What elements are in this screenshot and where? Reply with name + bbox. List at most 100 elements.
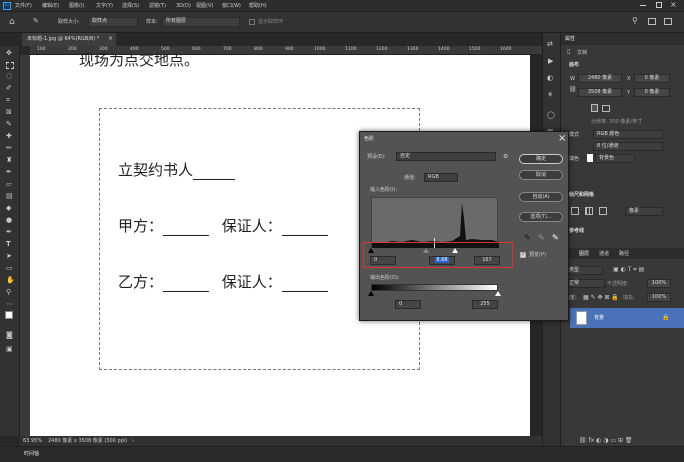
pen-tool-icon[interactable]: ✒ [6, 229, 12, 236]
landscape-icon[interactable] [602, 105, 610, 112]
menu-item-filter[interactable]: 滤镜(T) [149, 4, 166, 9]
gradient-tool-icon[interactable]: ▤ [6, 193, 13, 200]
quick-select-tool-icon[interactable]: ✐ [6, 85, 12, 92]
x-field[interactable]: 0 像素 [634, 74, 670, 83]
bit-depth-select[interactable]: 8 位/通道 [593, 142, 663, 151]
document-tab[interactable]: 未标题-1.jpg @ 64%(RGB/8) * × [22, 33, 116, 46]
timeline-tab[interactable]: 时间轴 [24, 452, 39, 457]
channel-select[interactable]: RGB [424, 173, 458, 182]
fill-field[interactable]: 100% [647, 293, 671, 302]
eraser-tool-icon[interactable]: ▱ [6, 181, 11, 188]
output-black-field[interactable]: 0 [395, 300, 421, 309]
home-icon[interactable]: ⌂ [9, 18, 15, 27]
layers-bottom-icons[interactable]: ⛓ fx ◐ ◑ ▭ ⊞ 🗑 [579, 438, 633, 444]
status-menu-icon[interactable]: › [132, 439, 134, 444]
filter-pixel-icon[interactable]: ▣ ◐ T ⌗ ▤ [613, 267, 644, 273]
options-button[interactable]: 选项(T)... [519, 212, 563, 222]
lock-options-icon[interactable]: ▦ ✎ ✥ ⊠ 🔒 [583, 295, 619, 301]
preset-select[interactable]: 自定 [396, 152, 496, 161]
mode-select[interactable]: RGB 颜色 [593, 130, 663, 139]
move-tool-icon[interactable]: ✥ [6, 50, 12, 57]
tab-channels[interactable]: 通道 [599, 252, 609, 257]
close-icon[interactable]: × [670, 0, 677, 9]
clone-stamp-icon[interactable]: ♜ [6, 157, 12, 164]
zoom-tool-icon[interactable]: ⚲ [6, 289, 11, 296]
auto-button[interactable]: 自动(A) [519, 192, 563, 202]
gray-eyedropper-icon[interactable]: ✎ [538, 234, 545, 242]
search-icon[interactable]: ⚲ [632, 17, 638, 25]
share-icon[interactable] [664, 18, 672, 25]
layer-row-background[interactable]: ◉ 背景 🔒 [562, 308, 684, 328]
fill-select[interactable]: 背景色 [595, 154, 635, 163]
tab-layers[interactable]: 图层 [579, 252, 589, 257]
layer-name[interactable]: 背景 [594, 316, 604, 321]
ruler-toggle-icon[interactable] [571, 207, 579, 215]
more-tools-icon[interactable]: ⋯ [6, 301, 13, 308]
text-tool-icon[interactable]: T [6, 241, 11, 248]
portrait-icon[interactable] [591, 104, 598, 112]
blend-mode-select[interactable]: 正常 [565, 279, 605, 288]
menu-item-file[interactable]: 文件(F) [15, 4, 32, 9]
menu-item-3d[interactable]: 3D(D) [176, 4, 191, 9]
minimize-icon[interactable] [640, 5, 646, 6]
opacity-field[interactable]: 100% [647, 279, 671, 288]
eyedropper-tool-icon[interactable]: ✎ [33, 18, 39, 25]
ok-button[interactable]: 确定 [519, 154, 563, 164]
healing-brush-icon[interactable]: ✚ [6, 133, 12, 140]
document-tab-close-icon[interactable]: × [108, 36, 113, 42]
output-white-slider[interactable] [495, 291, 501, 296]
grid-toggle-icon[interactable] [585, 207, 593, 215]
black-eyedropper-icon[interactable]: ✎ [524, 234, 531, 242]
history-panel-icon[interactable]: ⇄ [547, 41, 553, 48]
menu-item-view[interactable]: 视图(V) [196, 4, 213, 9]
dodge-tool-icon[interactable]: ● [6, 217, 12, 224]
properties-tab[interactable]: 属性 [565, 37, 575, 42]
layer-kind-filter[interactable]: 类型 [565, 266, 603, 275]
crop-tool-icon[interactable]: ⌗ [6, 97, 10, 104]
guide-toggle-icon[interactable] [599, 207, 607, 215]
layer-lock-icon[interactable]: 🔒 [662, 315, 669, 321]
input-black-field[interactable]: 0 [370, 256, 396, 265]
input-white-field[interactable]: 167 [474, 256, 500, 265]
output-black-slider[interactable] [368, 291, 374, 296]
width-field[interactable]: 2480 像素 [578, 74, 622, 83]
preset-options-icon[interactable]: ⚙ [503, 154, 508, 160]
screen-mode-icon[interactable]: ▣ [6, 346, 13, 353]
styles-panel-icon[interactable]: ◯ [547, 112, 555, 119]
show-ring-checkbox[interactable] [249, 19, 255, 25]
path-select-icon[interactable]: ➤ [6, 253, 12, 260]
quick-mask-icon[interactable]: ◙ [6, 332, 13, 339]
menu-item-help[interactable]: 帮助(H) [249, 4, 267, 9]
preview-checkbox[interactable]: ✓ [520, 252, 526, 258]
adjustments-panel-icon[interactable]: ◐ [547, 75, 553, 82]
menu-item-window[interactable]: 窗口(W) [222, 4, 241, 9]
output-white-field[interactable]: 255 [472, 300, 498, 309]
ruler-unit-select[interactable]: 像素 [625, 207, 663, 216]
shape-tool-icon[interactable]: ▭ [6, 265, 13, 272]
workspace-icon[interactable] [648, 18, 656, 25]
brush-tool-icon[interactable]: ✏ [6, 145, 12, 152]
height-field[interactable]: 3508 像素 [578, 88, 622, 97]
y-field[interactable]: 0 像素 [634, 88, 670, 97]
frame-tool-icon[interactable]: ⊠ [6, 109, 12, 116]
dialog-close-icon[interactable]: × [558, 133, 566, 144]
eyedropper-icon[interactable]: ✎ [6, 121, 12, 128]
cancel-button[interactable]: 取消 [519, 170, 563, 180]
menu-item-edit[interactable]: 编辑(E) [42, 4, 59, 9]
libraries-panel-icon[interactable]: ⚘ [547, 92, 553, 99]
marquee-tool-icon[interactable] [6, 62, 14, 69]
input-gamma-field[interactable]: 8.68 [429, 256, 455, 265]
link-icon[interactable]: ⛓ [569, 87, 577, 93]
maximize-icon[interactable] [656, 2, 662, 8]
fill-color-swatch[interactable] [587, 154, 593, 162]
document-size[interactable]: 2480 像素 x 3508 像素 (300 ppi) [48, 439, 127, 444]
lasso-tool-icon[interactable]: ◌ [6, 73, 12, 80]
menu-item-image[interactable]: 图像(I) [69, 4, 84, 9]
sample-size-select[interactable]: 取样点 [88, 17, 138, 27]
hand-tool-icon[interactable]: ✋ [6, 277, 15, 284]
blur-tool-icon[interactable]: ◆ [6, 205, 11, 212]
tab-paths[interactable]: 路径 [619, 252, 629, 257]
output-slider-track[interactable] [368, 291, 501, 297]
foreground-color-swatch[interactable] [5, 311, 13, 319]
menu-item-select[interactable]: 选择(S) [122, 4, 139, 9]
